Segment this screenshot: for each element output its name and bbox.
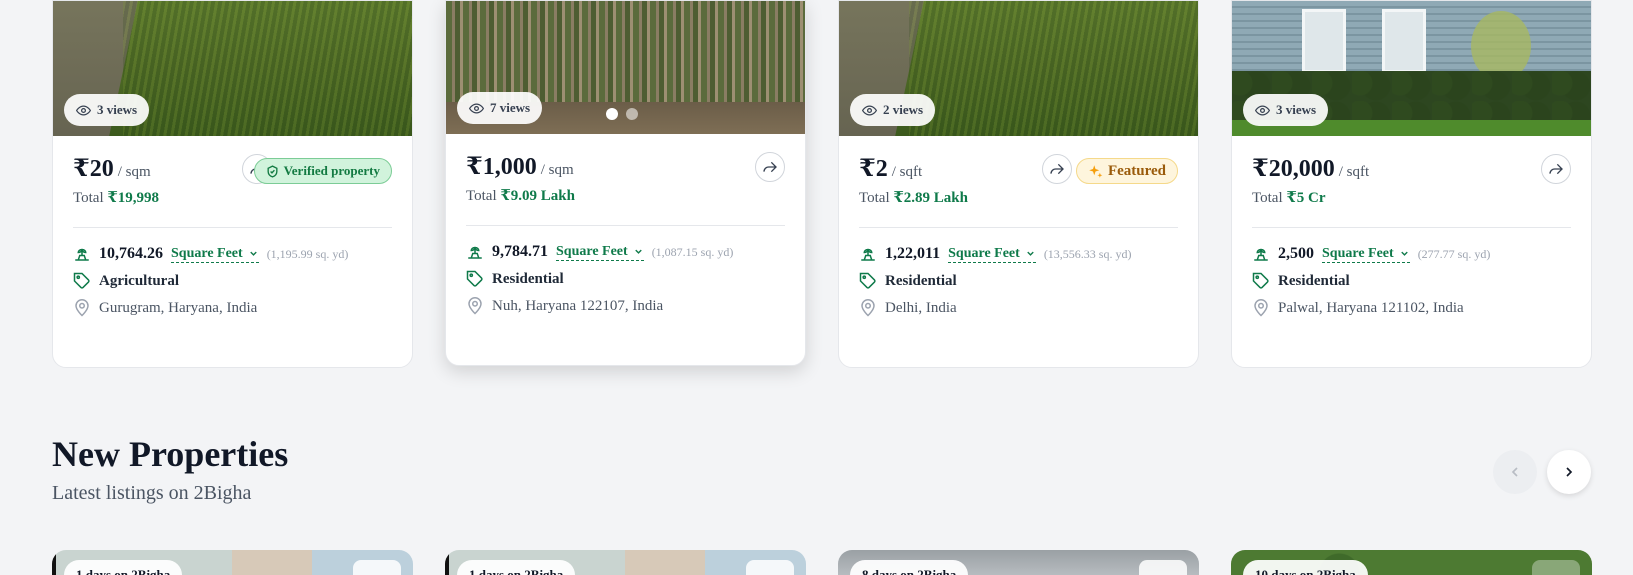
chevron-left-icon [1511, 467, 1518, 477]
views-count: 3 views [1276, 102, 1317, 117]
shield-check-icon [267, 164, 278, 178]
unit-selector[interactable]: Square Feet [556, 244, 644, 261]
verified-badge: Verified property [253, 158, 392, 184]
carousel-next-button[interactable] [1547, 450, 1591, 494]
property-image[interactable]: 7 views [446, 1, 805, 134]
location-row: Palwal, Haryana 121102, India [1252, 299, 1571, 317]
favorite-button[interactable] [746, 560, 794, 575]
map-pin-icon [861, 299, 875, 317]
favorite-button[interactable] [1139, 560, 1187, 575]
carousel-dot[interactable] [626, 108, 638, 120]
share-icon [763, 161, 777, 173]
listing-age-badge: 1 days on 2Bigha [457, 560, 576, 575]
views-badge: 7 views [457, 92, 543, 124]
map-pin-icon [75, 299, 89, 317]
tag-icon [466, 270, 483, 287]
area-row: 9,784.71 Square Feet (1,087.15 sq. yd) [466, 243, 785, 261]
property-card[interactable]: 7 views ₹1,000/ sqm Total ₹9.09 Lakh 9,7… [445, 0, 806, 366]
sparkle-icon [1089, 164, 1103, 178]
map-pin-icon [1254, 299, 1268, 317]
map-pin-icon [468, 297, 482, 315]
share-icon [1549, 163, 1563, 175]
share-button[interactable] [755, 152, 785, 182]
eye-icon [1255, 104, 1270, 116]
eye-icon [862, 104, 877, 116]
property-image[interactable]: 2 views [839, 1, 1198, 136]
favorite-button[interactable] [353, 560, 401, 575]
property-card[interactable]: 3 views ₹20,000/ sqft Total ₹5 Cr 2,500 … [1231, 0, 1592, 368]
views-count: 7 views [490, 100, 531, 115]
tag-icon [1252, 272, 1269, 289]
chevron-down-icon [1400, 251, 1408, 256]
location-row: Nuh, Haryana 122107, India [466, 297, 785, 315]
share-button[interactable] [1541, 154, 1571, 184]
chevron-down-icon [1027, 251, 1034, 256]
plant-icon [861, 248, 875, 261]
plant-icon [75, 248, 89, 261]
total-price: Total ₹5 Cr [1252, 190, 1326, 206]
chevron-down-icon [634, 249, 642, 254]
property-image[interactable]: 3 views [1232, 1, 1591, 136]
type-row: Residential [466, 270, 785, 288]
carousel-dots[interactable] [606, 108, 638, 120]
area-row: 1,22,011 Square Feet (13,556.33 sq. yd) [859, 245, 1178, 263]
unit-selector[interactable]: Square Feet [948, 246, 1036, 263]
share-button[interactable] [1042, 154, 1072, 184]
carousel-prev-button[interactable] [1493, 450, 1537, 494]
unit-selector[interactable]: Square Feet [171, 246, 259, 263]
listing-age-badge: 10 days on 2Bigha [1243, 560, 1368, 575]
section-title: New Properties [52, 434, 289, 474]
type-row: Residential [1252, 272, 1571, 290]
share-icon [1050, 163, 1064, 175]
carousel-dot[interactable] [606, 108, 618, 120]
featured-badge: Featured [1075, 158, 1178, 184]
views-badge: 3 views [1243, 94, 1329, 126]
property-card[interactable]: 3 views ₹20/ sqm Total ₹19,998 Verified … [52, 0, 413, 368]
plant-icon [1254, 248, 1268, 261]
unit-selector[interactable]: Square Feet [1322, 246, 1410, 263]
area-row: 2,500 Square Feet (277.77 sq. yd) [1252, 245, 1571, 263]
location-row: Delhi, India [859, 299, 1178, 317]
total-price: Total ₹19,998 [73, 190, 160, 206]
new-property-card[interactable]: 10 days on 2Bigha [1231, 550, 1592, 575]
eye-icon [469, 102, 484, 114]
total-price: Total ₹9.09 Lakh [466, 188, 575, 204]
location-row: Gurugram, Haryana, India [73, 299, 392, 317]
views-badge: 3 views [64, 94, 150, 126]
chevron-down-icon [249, 251, 257, 256]
new-property-card[interactable]: 1 days on 2Bigha [445, 550, 806, 575]
total-price: Total ₹2.89 Lakh [859, 190, 968, 206]
section-subtitle: Latest listings on 2Bigha [52, 482, 252, 504]
type-row: Agricultural [73, 272, 392, 290]
listing-age-badge: 8 days on 2Bigha [850, 560, 969, 575]
eye-icon [76, 104, 91, 116]
plant-icon [468, 246, 482, 259]
favorite-button[interactable] [1532, 560, 1580, 575]
views-count: 3 views [97, 102, 138, 117]
new-property-card[interactable]: 8 days on 2Bigha [838, 550, 1199, 575]
type-row: Residential [859, 272, 1178, 290]
property-image[interactable]: 3 views [53, 1, 412, 136]
property-card[interactable]: 2 views ₹2/ sqft Total ₹2.89 Lakh Featur… [838, 0, 1199, 368]
chevron-right-icon [1566, 467, 1573, 477]
tag-icon [73, 272, 90, 289]
area-row: 10,764.26 Square Feet (1,195.99 sq. yd) [73, 245, 392, 263]
price: ₹1,000/ sqm [466, 154, 574, 180]
new-property-card[interactable]: 1 days on 2Bigha [52, 550, 413, 575]
views-badge: 2 views [850, 94, 936, 126]
views-count: 2 views [883, 102, 924, 117]
price: ₹20,000/ sqft [1252, 156, 1370, 182]
listing-age-badge: 1 days on 2Bigha [64, 560, 183, 575]
tag-icon [859, 272, 876, 289]
